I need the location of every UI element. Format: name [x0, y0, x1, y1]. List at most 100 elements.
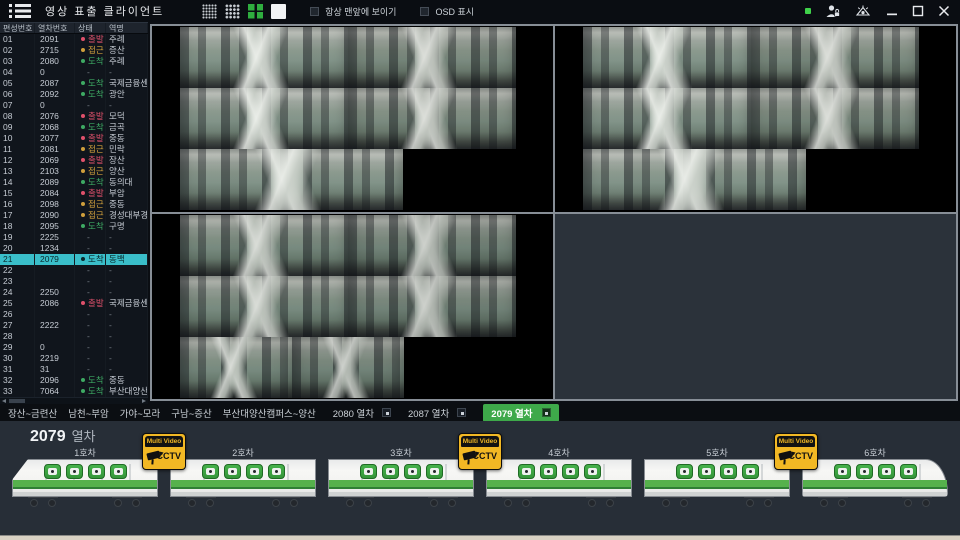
table-row[interactable]: 242250--	[0, 287, 148, 298]
table-row[interactable]: 162098접근중동	[0, 199, 148, 210]
cctv-camera-icon[interactable]	[44, 464, 61, 479]
table-row[interactable]: 272222--	[0, 320, 148, 331]
scroll-left-arrow[interactable]	[2, 399, 6, 403]
table-row[interactable]: 290--	[0, 342, 148, 353]
cctv-camera-icon[interactable]	[268, 464, 285, 479]
table-horizontal-scrollbar[interactable]	[0, 397, 148, 404]
layout-grid-4x4-icon[interactable]	[225, 4, 240, 19]
tab-close-icon[interactable]	[457, 408, 466, 417]
table-row[interactable]: 032080도착주례	[0, 56, 148, 67]
train-car[interactable]: 2호차	[170, 447, 316, 506]
table-row[interactable]: 040--	[0, 67, 148, 78]
table-row[interactable]: 142089도착동의대	[0, 177, 148, 188]
tab-route[interactable]: 부산대양산캠퍼스~양산	[223, 406, 316, 420]
camera-video-feed[interactable]	[180, 88, 348, 149]
table-row[interactable]: 112081접근민락	[0, 144, 148, 155]
table-row[interactable]: 23--	[0, 276, 148, 287]
table-row[interactable]: 192225--	[0, 232, 148, 243]
cctv-camera-icon[interactable]	[742, 464, 759, 479]
table-row[interactable]: 201234--	[0, 243, 148, 254]
cctv-camera-icon[interactable]	[360, 464, 377, 479]
cctv-camera-icon[interactable]	[900, 464, 917, 479]
table-row[interactable]: 152084출발부암	[0, 188, 148, 199]
table-row[interactable]: 092068도착금곡	[0, 122, 148, 133]
table-row[interactable]: 322096도착중동	[0, 375, 148, 386]
table-row[interactable]: 062092도착광안	[0, 89, 148, 100]
table-row[interactable]: 182095도착구명	[0, 221, 148, 232]
table-row[interactable]: 102077출발중동	[0, 133, 148, 144]
table-row[interactable]: 082076출발모덕	[0, 111, 148, 122]
scroll-right-arrow[interactable]	[142, 399, 146, 403]
tab-train[interactable]: 2087 열차	[408, 406, 466, 420]
cctv-camera-icon[interactable]	[426, 464, 443, 479]
table-row[interactable]: 132103접근양산	[0, 166, 148, 177]
tab-route[interactable]: 남천~부암	[68, 406, 109, 420]
camera-video-feed[interactable]	[348, 27, 516, 88]
cctv-camera-icon[interactable]	[584, 464, 601, 479]
table-row[interactable]: 26--	[0, 309, 148, 320]
user-icon[interactable]	[825, 4, 840, 18]
train-car[interactable]: 5호차	[644, 447, 790, 506]
table-row[interactable]: 28--	[0, 331, 148, 342]
layout-grid-2x2-icon[interactable]	[248, 4, 263, 19]
cctv-camera-icon[interactable]	[834, 464, 851, 479]
camera-video-feed[interactable]	[583, 149, 806, 210]
cctv-camera-icon[interactable]	[88, 464, 105, 479]
camera-video-feed[interactable]	[180, 215, 348, 276]
tab-close-icon[interactable]	[542, 408, 551, 417]
tab-train[interactable]: 2080 열차	[333, 406, 391, 420]
maximize-button[interactable]	[912, 5, 924, 17]
checkbox-box[interactable]	[420, 7, 429, 16]
camera-video-feed[interactable]	[583, 88, 751, 149]
train-car[interactable]: 4호차	[486, 447, 632, 506]
cctv-camera-icon[interactable]	[404, 464, 421, 479]
cctv-camera-icon[interactable]	[856, 464, 873, 479]
cctv-camera-icon[interactable]	[224, 464, 241, 479]
multi-video-cctv-badge[interactable]: Multi VideoCCTV	[142, 433, 186, 470]
multi-video-cctv-badge[interactable]: Multi VideoCCTV	[458, 433, 502, 470]
train-car[interactable]: 1호차	[12, 447, 158, 506]
always-on-top-checkbox[interactable]: 항상 맨앞에 보이기	[310, 5, 396, 18]
close-button[interactable]	[938, 5, 950, 17]
train-car[interactable]: 3호차	[328, 447, 474, 506]
layout-grid-1x1-icon[interactable]	[271, 4, 286, 19]
checkbox-box[interactable]	[310, 7, 319, 16]
camera-video-feed[interactable]	[292, 337, 404, 398]
cctv-camera-icon[interactable]	[562, 464, 579, 479]
table-row[interactable]: 3131--	[0, 364, 148, 375]
table-row[interactable]: 122069출발장산	[0, 155, 148, 166]
tab-train-active[interactable]: 2079 열차	[483, 404, 558, 422]
osd-checkbox[interactable]: OSD 표시	[420, 5, 474, 18]
multi-video-cctv-badge[interactable]: Multi VideoCCTV	[774, 433, 818, 470]
cctv-camera-icon[interactable]	[66, 464, 83, 479]
camera-video-feed[interactable]	[583, 27, 751, 88]
tab-route[interactable]: 구남~증산	[171, 406, 212, 420]
tab-close-icon[interactable]	[382, 408, 391, 417]
camera-video-feed[interactable]	[348, 276, 516, 337]
tab-route[interactable]: 장산~금련산	[8, 406, 57, 420]
camera-video-feed[interactable]	[348, 88, 516, 149]
camera-video-feed[interactable]	[180, 337, 292, 398]
table-row[interactable]: 022715접근증산	[0, 45, 148, 56]
train-car[interactable]: 6호차	[802, 447, 948, 506]
scrollbar-thumb[interactable]	[9, 399, 25, 403]
tab-route[interactable]: 가야~모라	[120, 406, 161, 420]
monitor-eye-icon[interactable]	[854, 4, 872, 18]
table-row[interactable]: 337064도착부산대양산	[0, 386, 148, 397]
cctv-camera-icon[interactable]	[110, 464, 127, 479]
camera-video-feed[interactable]	[751, 27, 919, 88]
table-row[interactable]: 052087도착국제금융센	[0, 78, 148, 89]
camera-video-feed[interactable]	[180, 27, 348, 88]
cctv-camera-icon[interactable]	[518, 464, 535, 479]
table-row[interactable]: 302219--	[0, 353, 148, 364]
layout-grid-6x6-icon[interactable]	[202, 4, 217, 19]
camera-video-feed[interactable]	[180, 276, 348, 337]
menu-list-icon[interactable]	[9, 4, 33, 18]
cctv-camera-icon[interactable]	[202, 464, 219, 479]
table-row[interactable]: 212079도착동백	[0, 254, 148, 265]
camera-video-feed[interactable]	[180, 149, 403, 210]
camera-video-feed[interactable]	[751, 88, 919, 149]
table-row[interactable]: 252086출발국제금융센	[0, 298, 148, 309]
cctv-camera-icon[interactable]	[382, 464, 399, 479]
table-row[interactable]: 070--	[0, 100, 148, 111]
